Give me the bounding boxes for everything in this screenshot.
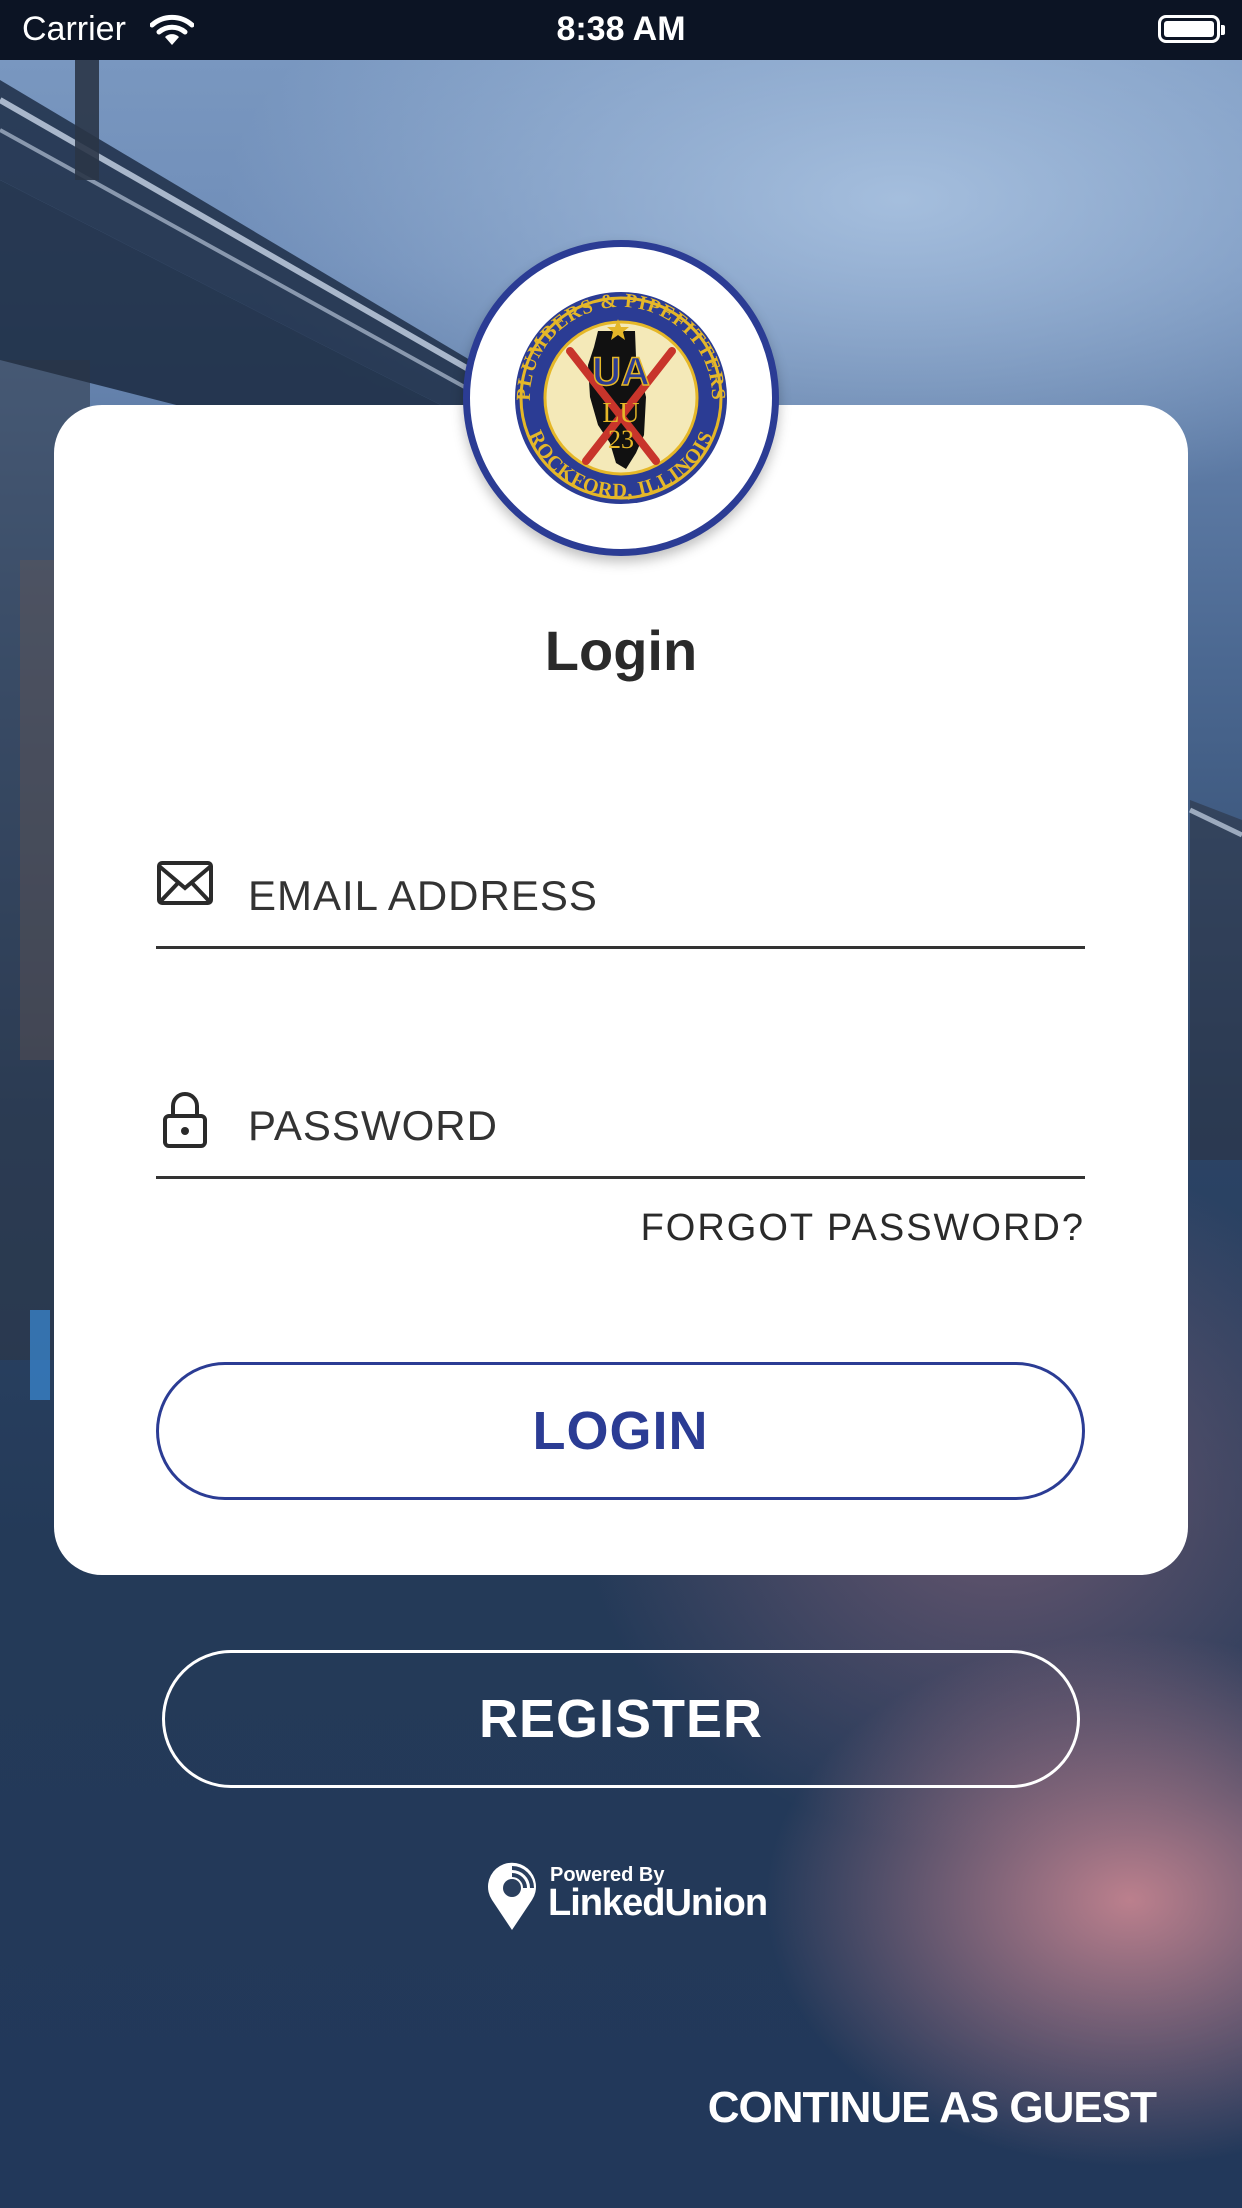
continue-as-guest-link[interactable]: CONTINUE AS GUEST — [708, 2083, 1157, 2133]
union-seal-icon: PLUMBERS & PIPEFITTERS ROCKFORD, ILLINOI… — [513, 290, 728, 504]
svg-text:23: 23 — [608, 425, 634, 454]
register-button[interactable]: REGISTER — [162, 1650, 1080, 1788]
forgot-password-link[interactable]: FORGOT PASSWORD? — [641, 1207, 1085, 1250]
status-bar: Carrier 8:38 AM — [0, 0, 1242, 60]
login-button[interactable]: LOGIN — [156, 1362, 1085, 1500]
powered-by-linkedunion: Powered By LinkedUnion — [484, 1858, 768, 1934]
linkedunion-pin-icon — [488, 1862, 536, 1930]
union-logo: PLUMBERS & PIPEFITTERS ROCKFORD, ILLINOI… — [463, 240, 779, 556]
status-time: 8:38 AM — [556, 10, 686, 48]
login-title: Login — [544, 619, 698, 682]
svg-text:UA: UA — [592, 350, 650, 394]
password-input[interactable] — [246, 1080, 1070, 1172]
battery-icon — [1158, 15, 1225, 43]
email-field[interactable] — [156, 850, 1085, 949]
linkedunion-wordmark: LinkedUnion — [548, 1882, 768, 1924]
lock-icon — [163, 1092, 207, 1148]
email-input[interactable] — [246, 850, 1070, 942]
envelope-icon — [157, 861, 213, 905]
password-field[interactable] — [156, 1080, 1085, 1179]
